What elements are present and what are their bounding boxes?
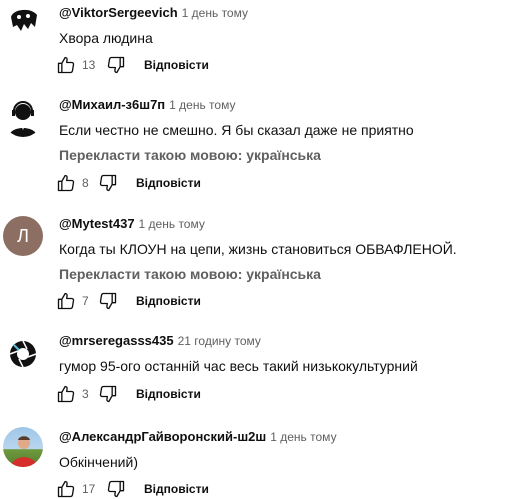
comment-toolbar: 3 Відповісти	[54, 382, 201, 406]
dislike-button[interactable]	[104, 477, 128, 499]
reply-button[interactable]: Відповісти	[136, 387, 201, 401]
comment-author[interactable]: @mrseregasss435	[59, 333, 174, 348]
dislike-button[interactable]	[104, 53, 128, 77]
thumb-up-icon	[57, 480, 75, 498]
comment-text: Когда ты КЛОУН на цепи, жизнь становитьс…	[59, 241, 457, 257]
comment-toolbar: 7 Відповісти	[54, 289, 201, 313]
comment-time[interactable]: 1 день тому	[169, 98, 235, 112]
translate-link[interactable]: Перекласти такою мовою: українська	[59, 145, 516, 165]
like-button[interactable]	[54, 477, 78, 499]
thumb-down-icon	[107, 56, 125, 74]
comment-author[interactable]: @АлександрГайворонский-ш2ш	[59, 429, 266, 444]
comment-text: гумор 95-ого останній час весь такий низ…	[59, 358, 418, 374]
comment-time[interactable]: 1 день тому	[139, 217, 205, 231]
thumb-up-icon	[57, 385, 75, 403]
photo-person-avatar[interactable]	[3, 427, 43, 467]
thumb-up-icon	[57, 56, 75, 74]
letter-avatar[interactable]: Л	[3, 216, 43, 256]
dislike-button[interactable]	[96, 289, 120, 313]
like-count: 3	[82, 387, 89, 401]
comment-author[interactable]: @ViktorSergeevich	[59, 5, 178, 20]
like-count: 13	[82, 58, 96, 72]
thumb-up-icon	[57, 174, 75, 192]
dislike-button[interactable]	[96, 171, 120, 195]
comment-toolbar: 13 Відповісти	[54, 53, 209, 77]
translate-link[interactable]: Перекласти такою мовою: українська	[59, 264, 516, 284]
comment-time[interactable]: 1 день тому	[182, 6, 248, 20]
comment-item: @mrseregasss435 21 годину тому гумор 95-о…	[0, 330, 524, 414]
thumb-down-icon	[99, 292, 117, 310]
like-button[interactable]	[54, 382, 78, 406]
aperture-avatar[interactable]	[3, 334, 43, 374]
avatar-letter: Л	[17, 225, 29, 246]
reply-button[interactable]: Відповісти	[144, 482, 209, 496]
comment-author[interactable]: @Mytest437	[59, 216, 135, 231]
comment-text: Хвора людина	[59, 30, 153, 46]
thumb-down-icon	[99, 385, 117, 403]
comment-time[interactable]: 21 годину тому	[178, 334, 261, 348]
reply-button[interactable]: Відповісти	[136, 294, 201, 308]
like-button[interactable]	[54, 171, 78, 195]
comment-item: @ViktorSergeevich 1 день тому Хвора людин…	[0, 0, 524, 82]
comment-item: Л @Mytest437 1 день тому Когда ты КЛОУН н…	[0, 212, 524, 324]
comment-text: Если честно не смешно. Я бы сказал даже …	[59, 122, 414, 138]
thumb-down-icon	[107, 480, 125, 498]
comment-time[interactable]: 1 день тому	[270, 430, 336, 444]
dislike-button[interactable]	[96, 382, 120, 406]
like-button[interactable]	[54, 53, 78, 77]
reply-button[interactable]: Відповісти	[144, 58, 209, 72]
like-count: 8	[82, 176, 89, 190]
comment-toolbar: 8 Відповісти	[54, 171, 201, 195]
comment-author[interactable]: @Михаил-з6ш7п	[59, 97, 165, 112]
comment-text: Обкінчений)	[59, 454, 138, 470]
reply-button[interactable]: Відповісти	[136, 176, 201, 190]
thumb-up-icon	[57, 292, 75, 310]
like-count: 17	[82, 482, 96, 496]
like-button[interactable]	[54, 289, 78, 313]
comment-toolbar: 17 Відповісти	[54, 477, 209, 499]
headset-person-avatar[interactable]	[3, 97, 43, 137]
thumb-down-icon	[99, 174, 117, 192]
like-count: 7	[82, 294, 89, 308]
pacman-ghost-avatar[interactable]	[3, 3, 43, 43]
comment-item: @Михаил-з6ш7п 1 день тому Если честно не …	[0, 94, 524, 206]
comment-item: @АлександрГайворонский-ш2ш 1 день тому Об…	[0, 424, 524, 499]
